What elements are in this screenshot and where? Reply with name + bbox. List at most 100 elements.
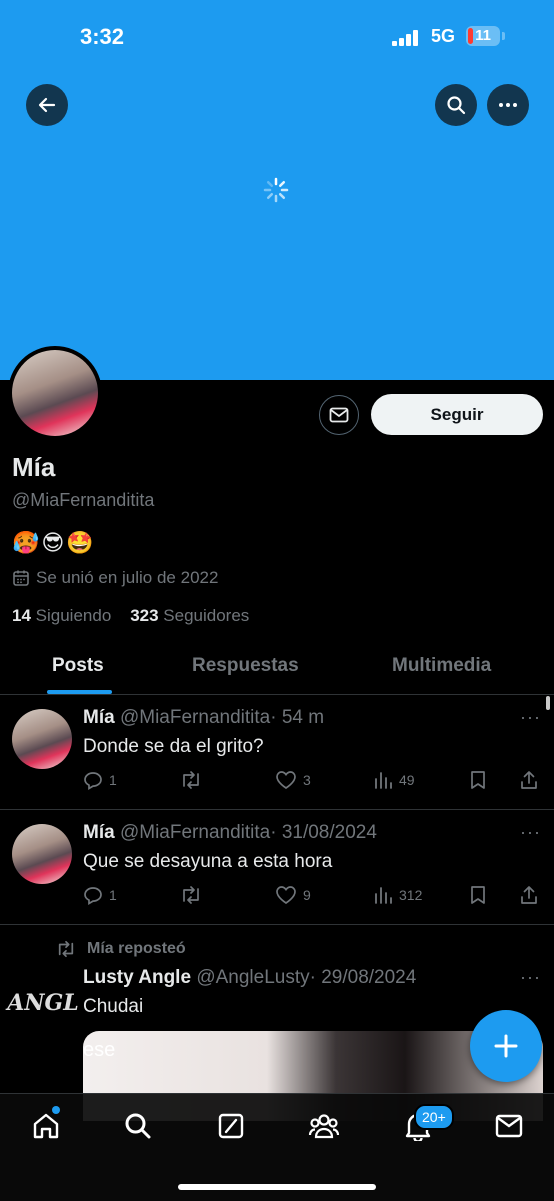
post-author-name[interactable]: Mía [83,822,115,843]
bookmark-icon [471,771,485,789]
compose-button[interactable] [470,1010,542,1082]
repost-author-avatar[interactable]: ANGL [7,972,79,1034]
arrow-left-icon [38,97,56,113]
status-time: 3:32 [80,24,125,49]
home-indicator[interactable] [178,1184,376,1190]
view-count: 312 [399,887,423,903]
repost-icon [183,886,199,904]
followers-link[interactable]: 323 Seguidores [130,606,249,625]
calendar-icon [13,570,29,586]
post-time: · 54 m [270,707,325,728]
share-button[interactable] [519,770,539,790]
share-icon [521,886,537,904]
post-time: · 31/08/2024 [270,822,377,843]
post-avatar[interactable] [12,709,72,769]
post-avatar[interactable] [12,824,72,884]
search-button[interactable] [435,84,477,126]
profile-name: Mía [12,452,56,482]
post-author-name[interactable]: Lusty Angle [83,967,191,988]
post-text: Que se desayuna a esta hora [83,851,333,872]
reply-count: 1 [109,887,117,903]
battery-level: 11 [475,27,491,44]
reply-button[interactable]: 1 [83,885,117,905]
profile-handle: @MiaFernanditita [12,490,155,510]
profile-avatar[interactable] [8,346,102,440]
like-count: 9 [303,887,311,903]
post-header: Mía @MiaFernanditita· 31/08/2024 [83,822,377,844]
notifications-badge: 20+ [414,1104,454,1130]
message-button[interactable] [319,395,359,435]
reply-icon [84,887,102,905]
reply-icon [84,772,102,790]
like-button[interactable]: 9 [275,885,311,905]
post-text: Chudai [83,996,144,1017]
search-icon [447,96,466,115]
post-author-handle[interactable]: @AngleLusty [196,967,309,988]
envelope-icon [329,407,349,423]
bookmark-button[interactable] [469,885,487,905]
post-text: Donde se da el grito? [83,736,264,757]
like-button[interactable]: 3 [275,770,311,790]
profile-bio: 🥵😎🤩 [12,530,96,555]
reply-count: 1 [109,772,117,788]
repost-button[interactable] [179,885,203,905]
back-button[interactable] [26,84,68,126]
reply-button[interactable]: 1 [83,770,117,790]
more-options-button[interactable] [487,84,529,126]
battery-cap [502,32,505,40]
follow-button[interactable]: Seguir [371,394,543,435]
post-more-icon[interactable]: ··· [520,822,541,843]
views-icon [375,887,392,904]
joined-text: Se unió en julio de 2022 [36,568,219,587]
share-icon [521,771,537,789]
tab-posts[interactable]: Posts [52,655,104,677]
home-notification-dot [52,1106,60,1114]
following-link[interactable]: 14 Siguiendo [12,606,111,625]
nav-messages[interactable] [493,1110,525,1142]
post-more-icon[interactable]: ··· [520,707,541,728]
post-more-icon[interactable]: ··· [520,967,541,988]
plus-icon [494,1034,518,1058]
bookmark-button[interactable] [469,770,487,790]
tab-media[interactable]: Multimedia [392,655,491,677]
post-header: Mía @MiaFernanditita· 54 m [83,707,324,729]
heart-icon [276,771,296,789]
heart-icon [276,886,296,904]
search-icon [125,1113,151,1139]
active-tab-indicator [47,690,112,694]
nav-communities[interactable] [308,1110,340,1142]
views-button[interactable]: 312 [373,885,422,905]
more-icon [499,103,517,107]
signal-icon [392,30,422,46]
repost-indicator: Mía reposteó [55,940,186,958]
repost-icon [58,940,74,958]
tab-replies[interactable]: Respuestas [192,655,299,677]
repost-button[interactable] [179,770,203,790]
network-label: 5G [431,26,456,46]
envelope-icon [495,1114,523,1138]
post[interactable]: Mía @MiaFernanditita· 31/08/2024 ··· Que… [0,810,554,925]
follow-stats: 14 Siguiendo 323 Seguidores [12,606,249,626]
post-header: Lusty Angle @AngleLusty· 29/08/2024 [83,967,416,989]
joined-date: Se unió en julio de 2022 [12,568,218,588]
view-count: 49 [399,772,415,788]
repost-label: Mía reposteó [87,940,186,957]
post[interactable]: Mía @MiaFernanditita· 54 m ··· Donde se … [0,695,554,810]
status-bar: 3:32 5G 11 [0,22,554,54]
post-author-handle[interactable]: @MiaFernanditita [120,707,270,728]
battery-icon: 11 [466,26,500,46]
nav-search[interactable] [122,1110,154,1142]
views-button[interactable]: 49 [373,770,415,790]
repost-icon [183,771,199,789]
post-time: · 29/08/2024 [309,967,417,988]
post-author-handle[interactable]: @MiaFernanditita [120,822,270,843]
nav-grok[interactable] [215,1110,247,1142]
post-author-name[interactable]: Mía [83,707,115,728]
nav-home[interactable] [30,1110,62,1142]
share-button[interactable] [519,885,539,905]
views-icon [375,772,392,789]
communities-icon [308,1114,340,1139]
home-icon [33,1113,59,1139]
loading-spinner-icon [263,177,289,203]
media-overlay-text: ese [83,1039,116,1061]
